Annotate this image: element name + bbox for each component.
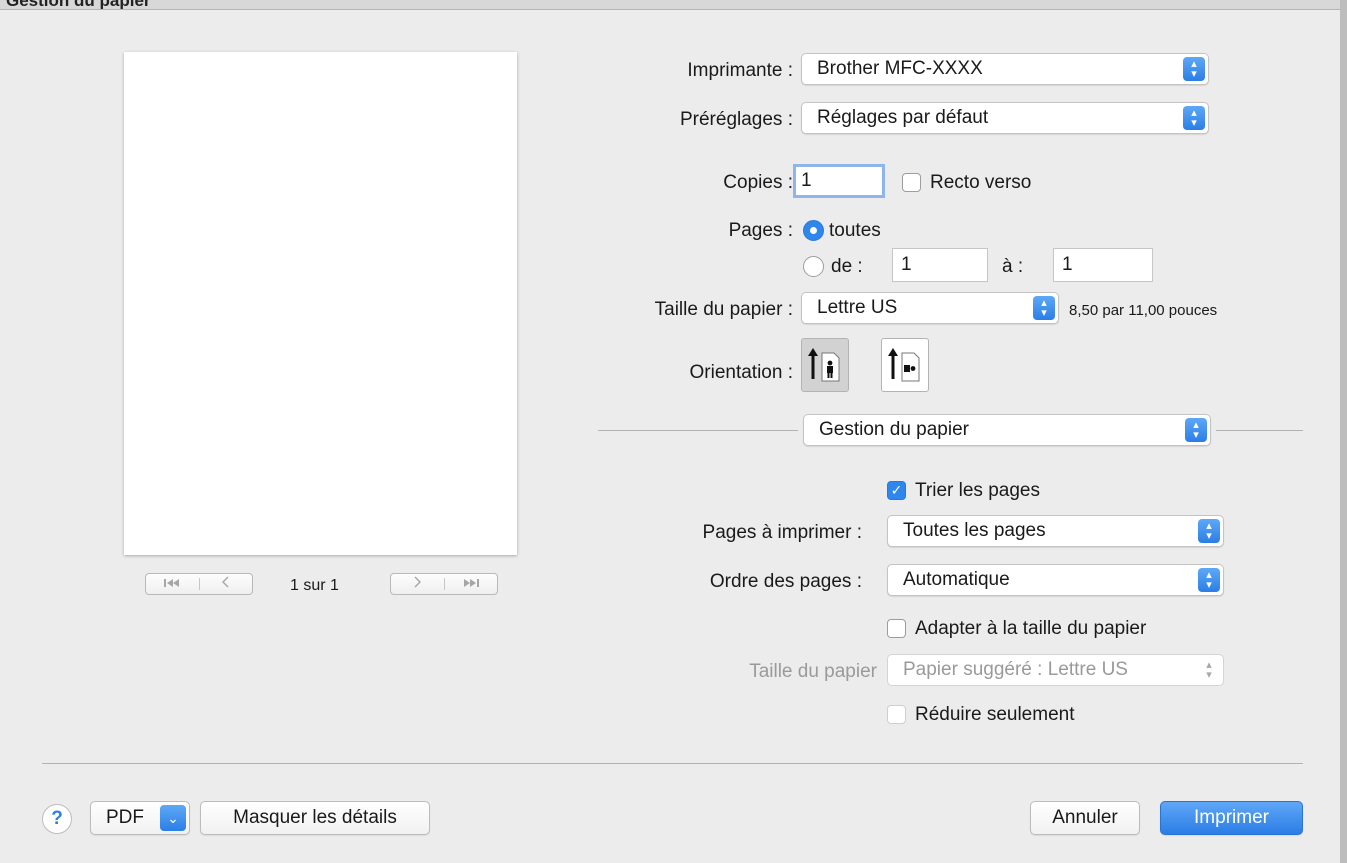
printer-value: Brother MFC-XXXX: [817, 58, 983, 79]
chevron-up-down-icon: ▴ ▾: [1033, 296, 1055, 320]
paper-size-dimensions: 8,50 par 11,00 pouces: [1069, 302, 1218, 319]
orientation-landscape-button[interactable]: [881, 338, 929, 392]
preview-back-nav: [145, 573, 253, 595]
last-page-icon: [463, 579, 479, 587]
footer-divider: [42, 763, 1303, 764]
page-order-popup[interactable]: Automatique ▴ ▾: [887, 564, 1224, 596]
preview-forward-nav: [390, 573, 498, 595]
first-page-button[interactable]: [146, 574, 199, 594]
chevron-left-icon: [221, 576, 229, 588]
last-page-button[interactable]: [445, 574, 498, 594]
chevron-up-down-icon: ▴ ▾: [1183, 106, 1205, 130]
portrait-orientation-icon: [808, 348, 840, 382]
presets-value: Réglages par défaut: [817, 107, 989, 128]
chevron-down-icon: ⌄: [160, 805, 186, 831]
orientation-label: Orientation :: [689, 362, 794, 383]
pages-to-label: à :: [1002, 256, 1024, 277]
duplex-checkbox[interactable]: [902, 173, 921, 192]
collate-checkbox[interactable]: ✓: [887, 481, 906, 500]
pdf-label: PDF: [106, 807, 144, 828]
printer-label: Imprimante :: [687, 60, 793, 81]
pages-label: Pages :: [728, 220, 793, 241]
window-title-bar: Gestion du papier: [0, 0, 1347, 10]
chevron-right-icon: [414, 576, 422, 588]
dest-paper-label: Taille du papier: [749, 661, 877, 682]
section-value: Gestion du papier: [819, 419, 969, 440]
pages-to-field[interactable]: 1: [1053, 248, 1153, 282]
previous-page-button[interactable]: [200, 574, 253, 594]
hide-details-button[interactable]: Masquer les détails: [200, 801, 430, 835]
pages-all-radio[interactable]: [803, 220, 824, 241]
copies-field[interactable]: 1: [793, 164, 885, 198]
paper-size-popup[interactable]: Lettre US ▴ ▾: [801, 292, 1059, 324]
paper-size-value: Lettre US: [817, 297, 898, 318]
page-order-value: Automatique: [903, 569, 1010, 590]
help-button[interactable]: ?: [42, 804, 72, 834]
scale-to-fit-checkbox[interactable]: [887, 619, 906, 638]
pdf-menu-button[interactable]: PDF ⌄: [90, 801, 190, 835]
print-button[interactable]: Imprimer: [1160, 801, 1303, 835]
scale-to-fit-label: Adapter à la taille du papier: [915, 618, 1147, 639]
window-title: Gestion du papier: [6, 0, 151, 10]
page-order-label: Ordre des pages :: [709, 571, 862, 592]
collate-label: Trier les pages: [915, 480, 1040, 501]
orientation-portrait-button[interactable]: [801, 338, 849, 392]
scale-down-label: Réduire seulement: [915, 704, 1075, 725]
dest-paper-value: Papier suggéré : Lettre US: [903, 659, 1128, 680]
chevron-up-down-icon: ▴ ▾: [1183, 57, 1205, 81]
duplex-label: Recto verso: [930, 172, 1032, 193]
pages-all-label: toutes: [829, 220, 881, 241]
chevron-up-down-icon: ▴ ▾: [1198, 519, 1220, 543]
section-divider-right: [1216, 430, 1303, 431]
landscape-orientation-icon: [888, 348, 920, 382]
pages-to-print-label: Pages à imprimer :: [702, 522, 862, 543]
window-edge: [1340, 0, 1347, 863]
cancel-button[interactable]: Annuler: [1030, 801, 1140, 835]
page-preview: [124, 52, 517, 555]
section-popup[interactable]: Gestion du papier ▴ ▾: [803, 414, 1211, 446]
chevron-up-down-icon: ▴ ▾: [1198, 568, 1220, 592]
dest-paper-popup[interactable]: Papier suggéré : Lettre US ▴ ▾: [887, 654, 1224, 686]
presets-label: Préréglages :: [679, 109, 793, 130]
section-divider-left: [598, 430, 798, 431]
page-indicator: 1 sur 1: [290, 577, 339, 594]
first-page-icon: [164, 579, 180, 587]
chevron-up-down-icon: ▴ ▾: [1206, 659, 1212, 681]
paper-size-label: Taille du papier :: [654, 299, 793, 320]
pages-to-print-value: Toutes les pages: [903, 520, 1046, 541]
printer-popup[interactable]: Brother MFC-XXXX ▴ ▾: [801, 53, 1209, 85]
copies-label: Copies :: [723, 172, 793, 193]
pages-range-radio[interactable]: [803, 256, 824, 277]
scale-down-checkbox[interactable]: [887, 705, 906, 724]
pages-to-print-popup[interactable]: Toutes les pages ▴ ▾: [887, 515, 1224, 547]
chevron-up-down-icon: ▴ ▾: [1185, 418, 1207, 442]
pages-from-field[interactable]: 1: [892, 248, 988, 282]
pages-from-label: de :: [831, 256, 863, 277]
next-page-button[interactable]: [391, 574, 444, 594]
presets-popup[interactable]: Réglages par défaut ▴ ▾: [801, 102, 1209, 134]
